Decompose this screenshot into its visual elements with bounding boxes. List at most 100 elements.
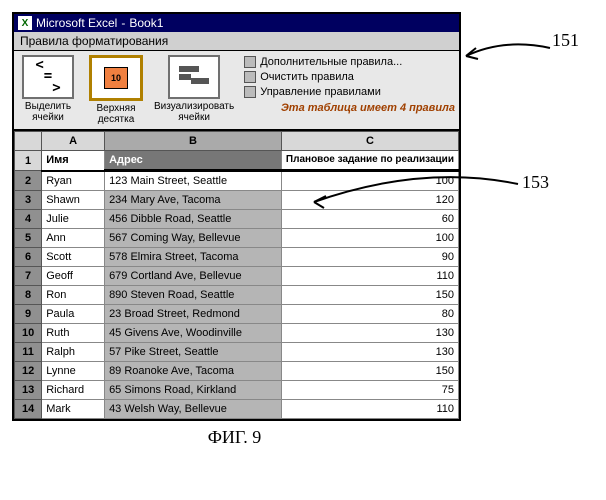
calendar-icon: 10 (104, 67, 128, 89)
rules-list: Дополнительные правила... Очистить прави… (242, 55, 455, 114)
bullet-icon (244, 86, 256, 98)
row-header[interactable]: 13 (15, 381, 42, 400)
row-header[interactable]: 8 (15, 286, 42, 305)
cell-address[interactable]: 57 Pike Street, Seattle (105, 343, 282, 362)
databar-icon (177, 64, 211, 90)
table-row: 11Ralph57 Pike Street, Seattle130 (15, 343, 459, 362)
callout-153: 153 (522, 172, 549, 193)
cell-name[interactable]: Julie (42, 210, 105, 229)
col-header-a[interactable]: A (42, 132, 105, 151)
table-header-row: 1 Имя Адрес Плановое задание по реализац… (15, 151, 459, 171)
cell-target[interactable]: 60 (281, 210, 458, 229)
manage-rules-item[interactable]: Управление правилами (244, 85, 455, 99)
cell-name[interactable]: Ruth (42, 324, 105, 343)
row-header[interactable]: 12 (15, 362, 42, 381)
rules-status: Эта таблица имеет 4 правила (244, 102, 455, 114)
bullet-icon (244, 71, 256, 83)
cell-address[interactable]: 45 Givens Ave, Woodinville (105, 324, 282, 343)
column-header-row: A B C (15, 132, 459, 151)
cell-target[interactable]: 100 (281, 171, 458, 191)
cell-target[interactable]: 80 (281, 305, 458, 324)
highlight-cells-button[interactable]: < = > (22, 55, 74, 99)
top10-label: Верхняядесятка (96, 103, 135, 125)
visualize-button[interactable] (168, 55, 220, 99)
cell-target[interactable]: 150 (281, 286, 458, 305)
bullet-icon (244, 56, 256, 68)
row-header[interactable]: 7 (15, 267, 42, 286)
cell-target[interactable]: 130 (281, 324, 458, 343)
cell-target[interactable]: 130 (281, 343, 458, 362)
cell-name[interactable]: Geoff (42, 267, 105, 286)
table-row: 13Richard65 Simons Road, Kirkland75 (15, 381, 459, 400)
cell-name[interactable]: Mark (42, 400, 105, 419)
cell-address[interactable]: 123 Main Street, Seattle (105, 171, 282, 191)
cell-target[interactable]: 100 (281, 229, 458, 248)
cell-address[interactable]: 23 Broad Street, Redmond (105, 305, 282, 324)
highlight-cells-label: Выделитьячейки (25, 101, 71, 123)
header-name[interactable]: Имя (42, 151, 105, 171)
row-header[interactable]: 2 (15, 171, 42, 191)
row-header[interactable]: 3 (15, 191, 42, 210)
manage-rules-label: Управление правилами (260, 86, 381, 98)
figure-label: ФИГ. 9 (12, 427, 457, 448)
cell-name[interactable]: Ralph (42, 343, 105, 362)
cell-name[interactable]: Richard (42, 381, 105, 400)
more-rules-item[interactable]: Дополнительные правила... (244, 55, 455, 69)
cell-address[interactable]: 89 Roanoke Ave, Tacoma (105, 362, 282, 381)
row-header[interactable]: 10 (15, 324, 42, 343)
select-all[interactable] (15, 132, 42, 151)
cell-name[interactable]: Paula (42, 305, 105, 324)
cell-name[interactable]: Ryan (42, 171, 105, 191)
cell-target[interactable]: 90 (281, 248, 458, 267)
cell-target[interactable]: 110 (281, 400, 458, 419)
clear-rules-label: Очистить правила (260, 71, 354, 83)
table-row: 2Ryan123 Main Street, Seattle100 (15, 171, 459, 191)
callout-151: 151 (552, 30, 579, 51)
top10-button[interactable]: 10 (89, 55, 143, 101)
leader-line-151 (464, 42, 554, 82)
cell-name[interactable]: Shawn (42, 191, 105, 210)
excel-icon: X (18, 16, 32, 30)
row-header[interactable]: 14 (15, 400, 42, 419)
ribbon-tab[interactable]: Правила форматирования (14, 32, 459, 51)
spreadsheet-grid[interactable]: A B C 1 Имя Адрес Плановое задание по ре… (14, 131, 459, 419)
header-target[interactable]: Плановое задание по реализации (281, 151, 458, 171)
header-address[interactable]: Адрес (105, 151, 282, 171)
cell-address[interactable]: 234 Mary Ave, Tacoma (105, 191, 282, 210)
cell-address[interactable]: 679 Cortland Ave, Bellevue (105, 267, 282, 286)
cell-name[interactable]: Scott (42, 248, 105, 267)
title-doc: Book1 (129, 16, 163, 30)
more-rules-label: Дополнительные правила... (260, 56, 402, 68)
col-header-c[interactable]: C (281, 132, 458, 151)
cell-target[interactable]: 110 (281, 267, 458, 286)
cell-target[interactable]: 75 (281, 381, 458, 400)
table-row: 8Ron890 Steven Road, Seattle150 (15, 286, 459, 305)
visualize-label: Визуализироватьячейки (154, 101, 234, 123)
cell-name[interactable]: Ann (42, 229, 105, 248)
cell-address[interactable]: 456 Dibble Road, Seattle (105, 210, 282, 229)
row-header[interactable]: 5 (15, 229, 42, 248)
cell-target[interactable]: 150 (281, 362, 458, 381)
compare-icon: < = > (35, 60, 60, 94)
app-window: X Microsoft Excel - Book1 Правила формат… (12, 12, 461, 421)
cell-address[interactable]: 65 Simons Road, Kirkland (105, 381, 282, 400)
table-row: 6Scott578 Elmira Street, Tacoma90 (15, 248, 459, 267)
cell-address[interactable]: 43 Welsh Way, Bellevue (105, 400, 282, 419)
cell-target[interactable]: 120 (281, 191, 458, 210)
col-header-b[interactable]: B (105, 132, 282, 151)
title-app: Microsoft Excel (36, 16, 117, 30)
row-header[interactable]: 1 (15, 151, 42, 171)
table-row: 3Shawn234 Mary Ave, Tacoma120 (15, 191, 459, 210)
row-header[interactable]: 6 (15, 248, 42, 267)
row-header[interactable]: 11 (15, 343, 42, 362)
titlebar: X Microsoft Excel - Book1 (14, 14, 459, 32)
row-header[interactable]: 4 (15, 210, 42, 229)
clear-rules-item[interactable]: Очистить правила (244, 70, 455, 84)
cell-address[interactable]: 890 Steven Road, Seattle (105, 286, 282, 305)
table-row: 5Ann567 Coming Way, Bellevue100 (15, 229, 459, 248)
cell-address[interactable]: 567 Coming Way, Bellevue (105, 229, 282, 248)
cell-name[interactable]: Lynne (42, 362, 105, 381)
cell-name[interactable]: Ron (42, 286, 105, 305)
row-header[interactable]: 9 (15, 305, 42, 324)
cell-address[interactable]: 578 Elmira Street, Tacoma (105, 248, 282, 267)
